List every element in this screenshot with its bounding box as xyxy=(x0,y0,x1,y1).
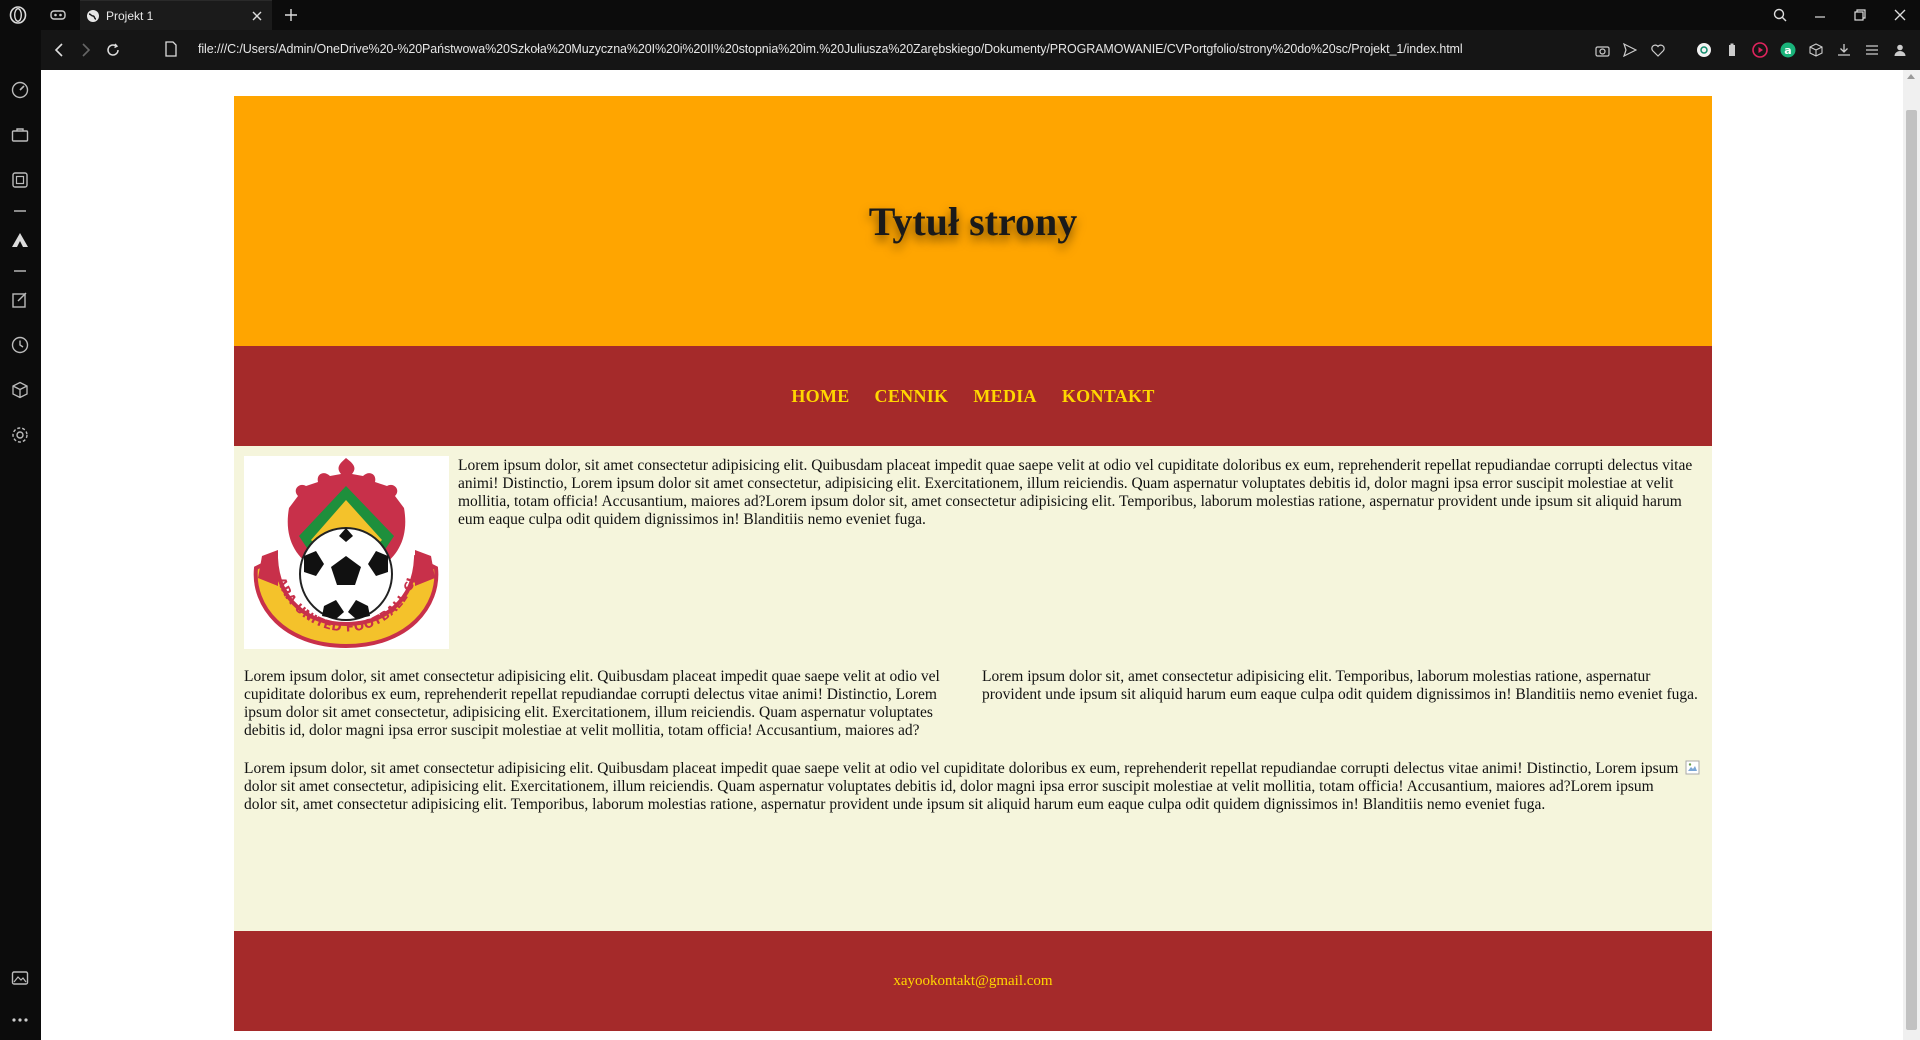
chatgpt-icon[interactable] xyxy=(1694,40,1714,60)
close-window-icon[interactable] xyxy=(1880,0,1920,30)
window-controls xyxy=(1760,0,1920,30)
vertical-scrollbar[interactable] xyxy=(1903,70,1920,1040)
page-footer: xayookontakt@gmail.com xyxy=(234,931,1712,1031)
easy-setup-icon[interactable] xyxy=(1862,40,1882,60)
file-icon xyxy=(165,41,177,62)
aria-icon[interactable] xyxy=(10,230,30,250)
main-content: KWARA UNITED FOOTBALL CLUB Lorem ipsum d… xyxy=(234,445,1712,931)
address-bar: file:///C:/Users/Admin/OneDrive%20-%20Pa… xyxy=(41,30,1920,70)
briefcase-icon[interactable] xyxy=(10,125,30,145)
club-logo: KWARA UNITED FOOTBALL CLUB xyxy=(237,445,449,649)
scroll-up-icon[interactable] xyxy=(1907,74,1915,79)
svg-text:a: a xyxy=(1784,44,1791,57)
nav-media[interactable]: MEDIA xyxy=(973,386,1037,407)
nav-home[interactable]: HOME xyxy=(791,386,849,407)
tab-islands-icon[interactable] xyxy=(48,6,68,24)
restore-icon[interactable] xyxy=(1840,0,1880,30)
paragraph-left-column: Lorem ipsum dolor, sit amet consectetur … xyxy=(244,668,940,739)
minimize-icon[interactable] xyxy=(1800,0,1840,30)
pinboard-icon[interactable] xyxy=(10,290,30,310)
footer-email[interactable]: xayookontakt@gmail.com xyxy=(893,973,1052,990)
forward-icon[interactable] xyxy=(76,40,96,60)
paragraph-intro: Lorem ipsum dolor, sit amet consectetur … xyxy=(458,457,1693,528)
battery-icon[interactable] xyxy=(1722,40,1742,60)
history-icon[interactable] xyxy=(10,335,30,355)
main-nav: HOME CENNIK MEDIA KONTAKT xyxy=(234,346,1712,446)
workspaces-icon[interactable] xyxy=(10,170,30,190)
heart-icon[interactable] xyxy=(1648,40,1668,60)
back-icon[interactable] xyxy=(49,40,69,60)
music-icon[interactable] xyxy=(1750,40,1770,60)
image-icon[interactable] xyxy=(10,968,30,988)
broken-image-icon xyxy=(1685,760,1701,776)
account-icon[interactable] xyxy=(1890,40,1910,60)
download-icon[interactable] xyxy=(1834,40,1854,60)
tab-title: Projekt 1 xyxy=(106,8,154,23)
close-tab-icon[interactable] xyxy=(250,9,264,23)
opera-logo-icon[interactable] xyxy=(8,5,28,25)
sidebar-separator xyxy=(14,270,26,272)
page-viewport: Tytuł strony HOME CENNIK MEDIA KONTAKT A… xyxy=(41,70,1920,1040)
nav-kontakt[interactable]: KONTAKT xyxy=(1062,386,1155,407)
settings-icon[interactable] xyxy=(10,425,30,445)
paragraph-right-column: Lorem ipsum dolor sit, amet consectetur … xyxy=(982,668,1698,703)
sidebar-separator xyxy=(14,210,26,212)
reload-icon[interactable] xyxy=(103,40,123,60)
aria-a-icon[interactable]: a xyxy=(1778,40,1798,60)
toolbar-icons: a xyxy=(1592,40,1910,60)
url-field[interactable]: file:///C:/Users/Admin/OneDrive%20-%20Pa… xyxy=(198,42,1463,56)
paragraph-bottom: Lorem ipsum dolor, sit amet consectetur … xyxy=(244,760,1679,813)
tab-bar: Projekt 1 xyxy=(0,0,1920,30)
sidebar xyxy=(0,30,41,1040)
page-header: Tytuł strony xyxy=(234,96,1712,346)
send-icon[interactable] xyxy=(1620,40,1640,60)
scrollbar-thumb[interactable] xyxy=(1906,110,1917,1030)
cube-icon[interactable] xyxy=(1806,40,1826,60)
globe-icon xyxy=(86,9,100,23)
nav-cennik[interactable]: CENNIK xyxy=(875,386,949,407)
extensions-icon[interactable] xyxy=(10,380,30,400)
new-tab-icon[interactable] xyxy=(282,6,300,24)
tab-projekt-1[interactable]: Projekt 1 xyxy=(80,0,272,30)
speed-dial-icon[interactable] xyxy=(10,80,30,100)
camera-icon[interactable] xyxy=(1592,40,1612,60)
page-container: Tytuł strony HOME CENNIK MEDIA KONTAKT A… xyxy=(234,96,1712,1031)
more-icon[interactable] xyxy=(10,1010,30,1030)
page-title: Tytuł strony xyxy=(868,198,1078,244)
search-tabs-icon[interactable] xyxy=(1760,0,1800,30)
